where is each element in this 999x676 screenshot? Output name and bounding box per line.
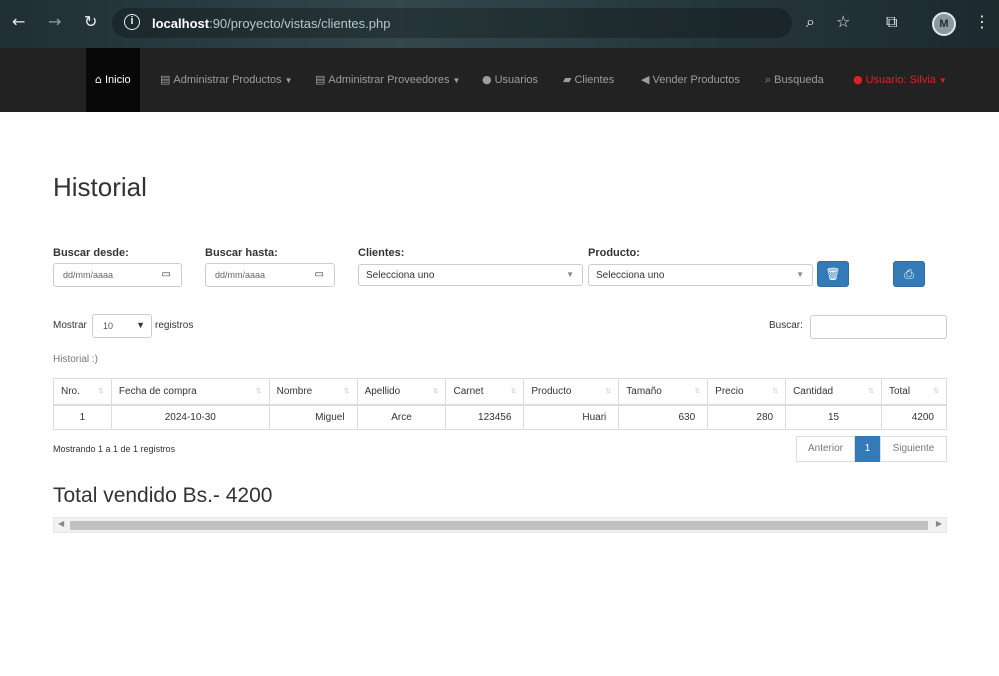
back-icon[interactable]: ← xyxy=(12,12,25,31)
list-icon: ▤ xyxy=(315,73,326,86)
sort-icon: ⇅ xyxy=(432,388,439,395)
calendar-icon[interactable]: ▭ xyxy=(315,269,324,280)
header-fecha[interactable]: Fecha de compra ⇅ xyxy=(110,378,270,406)
horizontal-scrollbar[interactable]: ◀ ▶ xyxy=(53,517,947,533)
clientes-label: Clientes: xyxy=(358,247,405,259)
pagination-next[interactable]: Siguiente xyxy=(880,436,947,462)
chevron-down-icon: ▼ xyxy=(566,270,574,279)
home-icon: ⌂ xyxy=(95,73,102,86)
cell-nro: 1 xyxy=(53,404,112,430)
sort-icon: ⇅ xyxy=(255,388,262,395)
sort-icon: ⇅ xyxy=(605,388,612,395)
delete-filter-button[interactable]: 🗑 xyxy=(817,261,849,287)
cell-precio: 280 xyxy=(707,404,787,430)
user-icon: ● xyxy=(853,73,863,86)
header-total[interactable]: Total ⇅ xyxy=(880,378,948,406)
header-nombre[interactable]: Nombre ⇅ xyxy=(268,378,358,406)
history-table: Nro. ⇅ Fecha de compra ⇅ Nombre ⇅ Apellido ⇅… xyxy=(53,378,948,430)
address-url[interactable]: localhost:90/proyecto/vistas/clientes.ph… xyxy=(152,16,390,31)
sort-icon: ⇅ xyxy=(933,388,939,395)
caret-down-icon: ▼ xyxy=(284,76,293,85)
forward-icon[interactable]: → xyxy=(48,12,61,31)
header-producto[interactable]: Producto ⇅ xyxy=(523,378,620,406)
table-row: 1 2024-10-30 Miguel Arce 123456 Huari 63… xyxy=(53,404,948,430)
hasta-date-input[interactable]: dd/mm/aaaa ▭ xyxy=(205,263,335,287)
sort-icon: ⇅ xyxy=(343,388,350,395)
folder-open-icon: ▰ xyxy=(563,73,572,86)
table-header-row: Nro. ⇅ Fecha de compra ⇅ Nombre ⇅ Apellido ⇅… xyxy=(53,378,948,406)
app-navbar: ⌂ Inicio ▤ Administrar Productos ▼ ▤ Adminis… xyxy=(0,48,999,112)
cell-carnet: 123456 xyxy=(445,404,525,430)
trash-icon: 🗑 xyxy=(825,267,841,281)
user-icon: ● xyxy=(482,73,492,86)
cell-producto: Huari xyxy=(523,404,620,430)
bookmark-star-icon[interactable]: ☆ xyxy=(836,12,850,31)
producto-label: Producto: xyxy=(588,247,640,259)
caret-down-icon: ▼ xyxy=(452,76,461,85)
hasta-label: Buscar hasta: xyxy=(205,247,278,259)
cell-cantidad: 15 xyxy=(785,404,882,430)
more-menu-icon[interactable]: ⋮ xyxy=(974,12,990,31)
table-caption: Historial :) xyxy=(53,354,99,365)
profile-avatar[interactable]: M xyxy=(932,12,956,36)
header-precio[interactable]: Precio ⇅ xyxy=(707,378,787,406)
scroll-right-icon[interactable]: ▶ xyxy=(936,519,942,528)
clientes-select[interactable]: Selecciona uno ▼ xyxy=(358,264,583,286)
nav-busqueda[interactable]: ⌕ Busqueda xyxy=(765,48,824,112)
header-carnet[interactable]: Carnet ⇅ xyxy=(445,378,525,406)
cell-apellido: Arce xyxy=(356,404,447,430)
search-label: Buscar: xyxy=(769,320,803,331)
length-prefix: Mostrar xyxy=(53,320,87,331)
pagination-current[interactable]: 1 xyxy=(855,436,880,462)
scroll-left-icon[interactable]: ◀ xyxy=(58,519,64,528)
sort-icon: ⇅ xyxy=(510,388,517,395)
caret-down-icon: ▼ xyxy=(938,76,947,85)
cell-tamano: 630 xyxy=(618,404,709,430)
table-info: Mostrando 1 a 1 de 1 registros xyxy=(53,444,176,454)
nav-administrar-proveedores[interactable]: ▤ Administrar Proveedores ▼ xyxy=(315,48,460,112)
calendar-icon[interactable]: ▭ xyxy=(162,269,171,280)
header-tamano[interactable]: Tamaño ⇅ xyxy=(618,378,709,406)
cell-total: 4200 xyxy=(880,404,948,430)
list-icon: ▤ xyxy=(160,73,171,86)
header-cantidad[interactable]: Cantidad ⇅ xyxy=(785,378,882,406)
zoom-icon[interactable]: ⌕ xyxy=(806,12,815,32)
sort-icon: ⇅ xyxy=(772,388,779,395)
page-title: Historial xyxy=(53,172,147,202)
header-apellido[interactable]: Apellido ⇅ xyxy=(356,378,447,406)
nav-vender-productos[interactable]: ◀ Vender Productos xyxy=(641,48,740,112)
sort-icon: ⇅ xyxy=(98,388,104,395)
send-icon: ◀ xyxy=(641,73,650,86)
chevron-down-icon: ▼ xyxy=(136,320,145,330)
nav-usuarios[interactable]: ● Usuarios xyxy=(482,48,538,112)
extensions-icon[interactable]: ⧉ xyxy=(886,12,897,32)
sort-icon: ⇅ xyxy=(868,388,874,395)
desde-date-input[interactable]: dd/mm/aaaa ▭ xyxy=(53,263,182,287)
search-input[interactable] xyxy=(810,315,947,339)
length-select[interactable]: 10 ▼ xyxy=(92,314,152,338)
nav-clientes[interactable]: ▰ Clientes xyxy=(563,48,614,112)
print-icon: ⎙ xyxy=(904,267,914,281)
reload-icon[interactable]: ↻ xyxy=(84,12,97,31)
sort-icon: ⇅ xyxy=(694,388,701,395)
cell-nombre: Miguel xyxy=(268,404,358,430)
pagination-prev[interactable]: Anterior xyxy=(796,436,855,462)
length-suffix: registros xyxy=(155,320,194,331)
nav-user-menu[interactable]: ● Usuario: Silvia ▼ xyxy=(853,48,947,112)
site-info-icon[interactable]: i xyxy=(124,14,140,30)
print-button[interactable]: ⎙ xyxy=(893,261,925,287)
producto-select[interactable]: Selecciona uno ▼ xyxy=(588,264,813,286)
cell-fecha: 2024-10-30 xyxy=(110,404,270,430)
header-nro[interactable]: Nro. ⇅ xyxy=(53,378,112,406)
nav-administrar-productos[interactable]: ▤ Administrar Productos ▼ xyxy=(160,48,293,112)
chevron-down-icon: ▼ xyxy=(796,270,804,279)
scrollbar-thumb[interactable] xyxy=(70,521,928,530)
desde-label: Buscar desde: xyxy=(53,247,129,259)
total-sold: Total vendido Bs.- 4200 xyxy=(53,484,273,507)
browser-toolbar: ← → ↻ i localhost:90/proyecto/vistas/cli… xyxy=(0,0,999,48)
search-icon: ⌕ xyxy=(765,73,772,86)
nav-inicio[interactable]: ⌂ Inicio xyxy=(86,48,140,112)
